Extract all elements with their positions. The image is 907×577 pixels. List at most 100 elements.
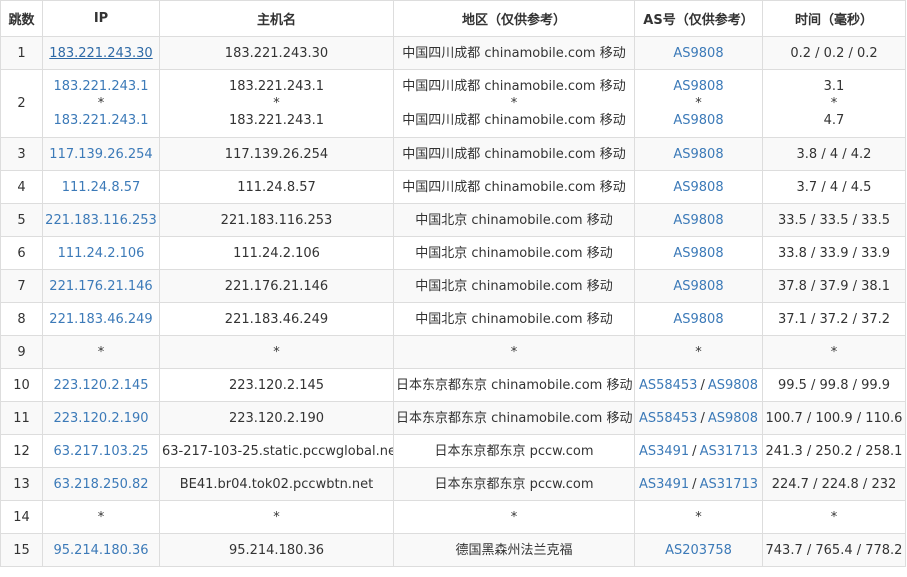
as-link[interactable]: AS9808: [673, 147, 723, 162]
no-response-mark: *: [97, 344, 105, 360]
as-link[interactable]: AS3491: [639, 444, 689, 459]
as-link[interactable]: AS9808: [673, 79, 723, 94]
ip-link[interactable]: 63.218.250.82: [45, 476, 157, 493]
hostname-text: 221.176.21.146: [224, 278, 329, 294]
no-response-mark: *: [97, 96, 105, 111]
ip-link[interactable]: 117.139.26.254: [45, 146, 157, 163]
hop-cell: 10: [0, 368, 43, 402]
as-cell: *: [634, 335, 763, 369]
as-link[interactable]: AS9808: [673, 180, 723, 195]
hostname-cell: 63-217-103-25.static.pccwglobal.net: [159, 434, 394, 468]
ip-link[interactable]: 183.221.243.1: [45, 112, 157, 129]
hostname-text: 223.120.2.190: [228, 410, 325, 426]
hop-cell: 2: [0, 69, 43, 138]
as-link[interactable]: AS31713: [700, 477, 759, 492]
ip-link[interactable]: 111.24.2.106: [45, 245, 157, 262]
hop-cell: 9: [0, 335, 43, 369]
table-row: 11 223.120.2.190 223.120.2.190 日本东京都东京 chin…: [0, 401, 906, 435]
as-link[interactable]: AS9808: [673, 213, 723, 228]
hostname-cell: 111.24.8.57: [159, 170, 394, 204]
as-link[interactable]: AS9808: [673, 46, 723, 61]
region-cell: 日本东京都东京 pccw.com: [393, 434, 635, 468]
time-text: 100.7 / 100.9 / 110.6: [765, 410, 903, 426]
hostname-text: 111.24.8.57: [237, 179, 316, 195]
table-row: 4 111.24.8.57 111.24.8.57 中国四川成都 chinamobil…: [0, 170, 906, 204]
as-separator: /: [692, 443, 697, 459]
as-link[interactable]: AS9808: [708, 411, 758, 426]
ip-link[interactable]: 95.214.180.36: [45, 542, 157, 559]
hostname-cell: 95.214.180.36: [159, 533, 394, 567]
region-text: 日本东京都东京 pccw.com: [434, 443, 594, 459]
region-cell: 日本东京都东京 chinamobile.com 移动: [393, 401, 635, 435]
header-time: 时间（毫秒）: [762, 0, 906, 37]
ip-link[interactable]: 221.176.21.146: [45, 278, 157, 295]
ip-cell: 95.214.180.36: [42, 533, 160, 567]
hostname-text: 183.221.243.1: [228, 79, 325, 94]
ip-link[interactable]: 183.221.243.1: [45, 78, 157, 95]
no-response-mark: *: [695, 509, 702, 525]
as-line: AS9808: [637, 212, 760, 229]
time-text: 3.1: [823, 79, 845, 94]
hostname-text: *: [273, 509, 280, 525]
as-link[interactable]: AS58453: [639, 411, 698, 426]
hostname-text: 183.221.243.1: [228, 113, 325, 128]
time-text: 0.2 / 0.2 / 0.2: [790, 45, 878, 61]
as-link[interactable]: AS9808: [673, 246, 723, 261]
ip-cell: *: [42, 335, 160, 369]
time-text: 3.8 / 4 / 4.2: [796, 146, 872, 162]
as-separator: /: [700, 377, 705, 393]
hostname-cell: 223.120.2.190: [159, 401, 394, 435]
ip-link[interactable]: 63.217.103.25: [45, 443, 157, 460]
time-text: 37.8 / 37.9 / 38.1: [777, 278, 891, 294]
region-cell: 中国北京 chinamobile.com 移动: [393, 203, 635, 237]
as-line: AS9808: [637, 311, 760, 328]
hostname-text: 111.24.2.106: [233, 245, 320, 261]
as-link[interactable]: AS9808: [673, 279, 723, 294]
as-link[interactable]: AS203758: [665, 543, 732, 558]
region-cell: 德国黑森州法兰克福: [393, 533, 635, 567]
region-text: 日本东京都东京 pccw.com: [434, 476, 594, 492]
time-cell: 3.8 / 4 / 4.2: [762, 137, 906, 171]
table-row: 6 111.24.2.106 111.24.2.106 中国北京 chinamobil…: [0, 236, 906, 270]
as-cell: AS3491/AS31713: [634, 467, 763, 501]
region-cell: *: [393, 500, 635, 534]
ip-cell: *: [42, 500, 160, 534]
as-cell: AS9808: [634, 36, 763, 70]
ip-cell: 183.221.243.30: [42, 36, 160, 70]
time-cell: *: [762, 335, 906, 369]
as-link[interactable]: AS9808: [673, 113, 723, 128]
region-text: *: [510, 96, 518, 111]
as-line: *: [637, 344, 760, 361]
time-text: *: [830, 509, 838, 525]
ip-link[interactable]: 183.221.243.30: [45, 45, 157, 62]
hostname-cell: 111.24.2.106: [159, 236, 394, 270]
ip-link[interactable]: 111.24.8.57: [45, 179, 157, 196]
table-row: 1 183.221.243.30 183.221.243.30 中国四川成都 chin…: [0, 36, 906, 70]
header-hop: 跳数: [0, 0, 43, 37]
region-text: *: [510, 344, 518, 360]
as-link[interactable]: AS3491: [639, 477, 689, 492]
ip-link[interactable]: 223.120.2.190: [45, 410, 157, 427]
time-cell: 224.7 / 224.8 / 232: [762, 467, 906, 501]
region-cell: 日本东京都东京 pccw.com: [393, 467, 635, 501]
as-link[interactable]: AS58453: [639, 378, 698, 393]
hostname-cell: 183.221.243.30: [159, 36, 394, 70]
as-link[interactable]: AS9808: [673, 312, 723, 327]
ip-cell: 221.183.46.249: [42, 302, 160, 336]
time-text: *: [830, 344, 838, 360]
time-cell: 33.8 / 33.9 / 33.9: [762, 236, 906, 270]
region-cell: 日本东京都东京 chinamobile.com 移动: [393, 368, 635, 402]
ip-cell: 223.120.2.190: [42, 401, 160, 435]
as-cell: *: [634, 500, 763, 534]
hop-cell: 5: [0, 203, 43, 237]
ip-link[interactable]: 223.120.2.145: [45, 377, 157, 394]
ip-cell: 223.120.2.145: [42, 368, 160, 402]
ip-link[interactable]: 221.183.116.253: [45, 212, 157, 229]
time-cell: 37.1 / 37.2 / 37.2: [762, 302, 906, 336]
hostname-text: 95.214.180.36: [228, 542, 325, 558]
time-text: 37.1 / 37.2 / 37.2: [777, 311, 891, 327]
as-link[interactable]: AS9808: [708, 378, 758, 393]
as-link[interactable]: AS31713: [700, 444, 759, 459]
table-row: 8 221.183.46.249 221.183.46.249 中国北京 chinam…: [0, 302, 906, 336]
ip-link[interactable]: 221.183.46.249: [45, 311, 157, 328]
